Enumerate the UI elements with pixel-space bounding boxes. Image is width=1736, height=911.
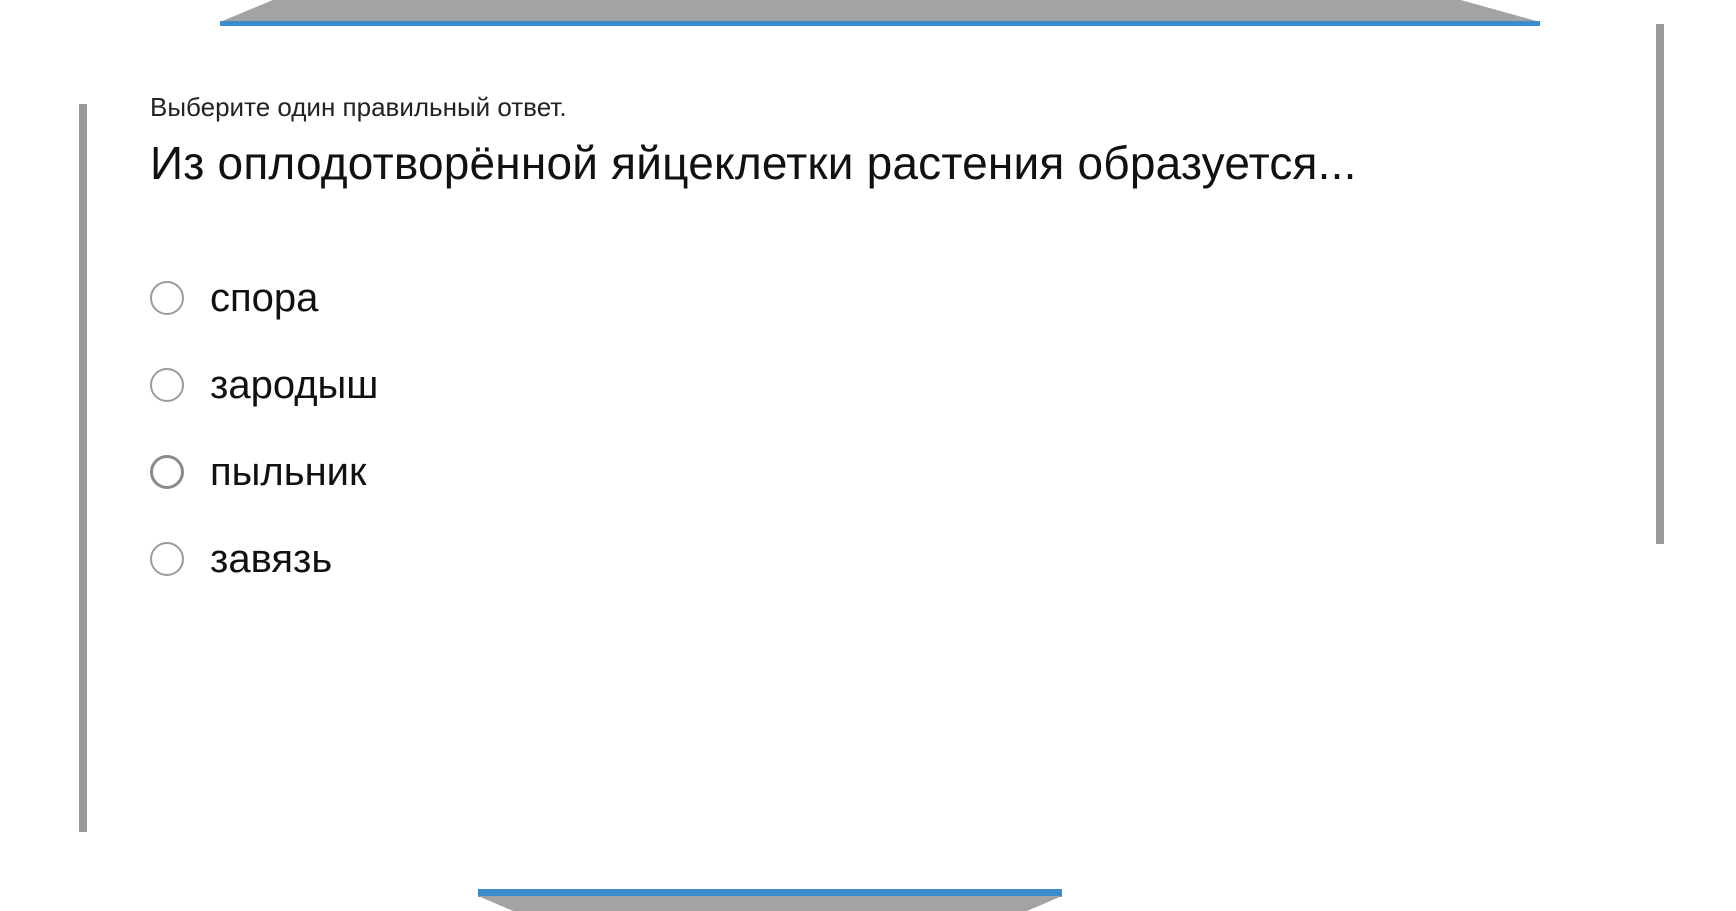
answer-option-pylnik[interactable]: пыльник [150, 446, 378, 533]
frame-bottom-shadow [478, 896, 1062, 911]
answer-option-zarodysh[interactable]: зародыш [150, 359, 378, 446]
frame-bottom-accent-line [478, 889, 1062, 897]
radio-button[interactable] [150, 368, 184, 402]
answer-option-zavyaz[interactable]: завязь [150, 533, 378, 620]
answer-option-label: завязь [210, 537, 333, 581]
question-instruction: Выберите один правильный ответ. [150, 92, 567, 122]
radio-button[interactable] [150, 542, 184, 576]
question-text: Из оплодотворённой яйцеклетки растения о… [150, 137, 1357, 189]
radio-button[interactable] [150, 281, 184, 315]
frame-top-shadow [220, 0, 1540, 22]
answer-option-label: пыльник [210, 450, 367, 494]
answer-options: спора зародыш пыльник завязь [150, 272, 378, 620]
answer-option-spora[interactable]: спора [150, 272, 378, 359]
answer-option-label: зародыш [210, 363, 379, 407]
answer-option-label: спора [210, 276, 319, 320]
frame-right-edge [1656, 24, 1664, 544]
frame-left-edge [79, 104, 87, 832]
radio-button[interactable] [150, 455, 184, 489]
